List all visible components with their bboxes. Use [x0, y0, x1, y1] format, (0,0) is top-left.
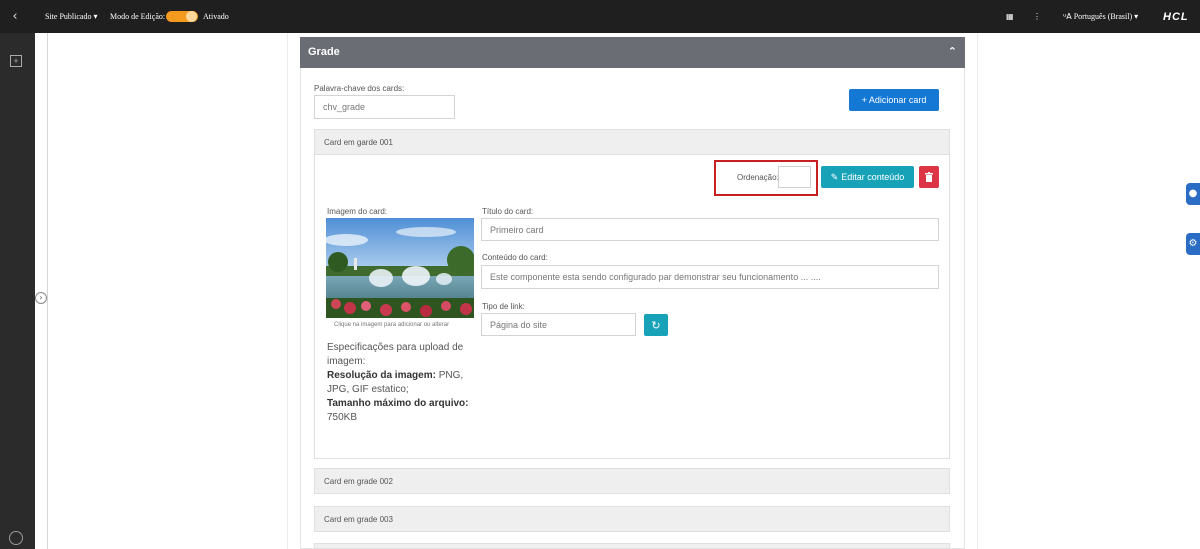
- card-title-label: Título do card:: [482, 207, 534, 216]
- refresh-icon: ↻: [651, 318, 661, 332]
- keyword-input[interactable]: chv_grade: [314, 95, 455, 119]
- max-size-value: 750KB: [327, 412, 358, 423]
- add-card-button[interactable]: + Adicionar card: [849, 89, 939, 111]
- sidebar-divider: [47, 33, 48, 549]
- translate-icon: ᵘA: [1063, 12, 1072, 21]
- expand-sidebar-icon[interactable]: ›: [35, 292, 47, 304]
- specs-intro: Especificações para upload de imagem:: [327, 342, 464, 367]
- refresh-button[interactable]: ↻: [644, 314, 668, 336]
- content-divider-left: [287, 33, 288, 549]
- chevron-up-icon[interactable]: ⌃: [948, 45, 957, 58]
- brand-logo: HCL: [1163, 11, 1189, 23]
- card-content-input[interactable]: Este componente esta sendo configurado p…: [481, 265, 939, 289]
- left-rail: +: [0, 33, 35, 549]
- panel-header[interactable]: Grade ⌃: [300, 37, 965, 68]
- site-published-dropdown[interactable]: Site Publicado ▾: [45, 12, 97, 21]
- image-caption: Clique na imagem para adicionar ou alter…: [334, 322, 450, 328]
- card-header-002[interactable]: Card em grade 002: [314, 468, 950, 494]
- card-content-label: Conteúdo do card:: [482, 253, 548, 262]
- site-published-label: Site Publicado: [45, 12, 92, 21]
- chevron-left-icon[interactable]: ‹: [0, 0, 30, 33]
- card-title-input[interactable]: Primeiro card: [481, 218, 939, 241]
- edit-mode-toggle[interactable]: [166, 11, 198, 22]
- top-toolbar: ‹ Site Publicado ▾ Modo de Edição: Ativa…: [0, 0, 1200, 33]
- card-header-001[interactable]: Card em garde 001: [314, 129, 950, 155]
- max-size-label: Tamanho máximo do arquivo:: [327, 398, 469, 409]
- link-type-select[interactable]: Página do site: [481, 313, 636, 336]
- edit-content-label: Editar conteúdo: [841, 172, 905, 182]
- edit-content-button[interactable]: ✎ Editar conteúdo: [821, 166, 914, 188]
- card-image[interactable]: [326, 218, 474, 318]
- resolution-label: Resolução da imagem:: [327, 370, 436, 381]
- order-highlight: [714, 160, 818, 196]
- accessibility-icon[interactable]: ●: [1186, 183, 1200, 205]
- add-page-icon[interactable]: +: [10, 55, 22, 67]
- card-header-003[interactable]: Card em grade 003: [314, 506, 950, 532]
- link-type-label: Tipo de link:: [482, 302, 525, 311]
- image-label: Imagem do card:: [327, 207, 388, 216]
- calendar-icon[interactable]: ▦: [1006, 12, 1014, 21]
- delete-button[interactable]: [919, 166, 939, 188]
- settings-icon[interactable]: ⚙: [1186, 233, 1200, 255]
- keyword-label: Palavra-chave dos cards:: [314, 84, 405, 93]
- panel-title: Grade: [308, 46, 340, 58]
- content-divider-right: [977, 33, 978, 549]
- more-vertical-icon[interactable]: ⋮: [1033, 12, 1041, 21]
- trash-icon: [925, 172, 933, 182]
- pencil-icon: ✎: [830, 171, 839, 182]
- language-label: Português (Brasil): [1073, 12, 1133, 21]
- edit-mode-state: Ativado: [203, 12, 229, 21]
- upload-specs: Especificações para upload de imagem: Re…: [327, 341, 477, 425]
- toggle-knob: [186, 11, 197, 22]
- card-header-004[interactable]: [314, 543, 950, 549]
- language-dropdown[interactable]: ᵘA Português (Brasil) ▾: [1063, 12, 1138, 21]
- target-icon[interactable]: [9, 531, 23, 545]
- edit-mode-label: Modo de Edição:: [110, 12, 166, 21]
